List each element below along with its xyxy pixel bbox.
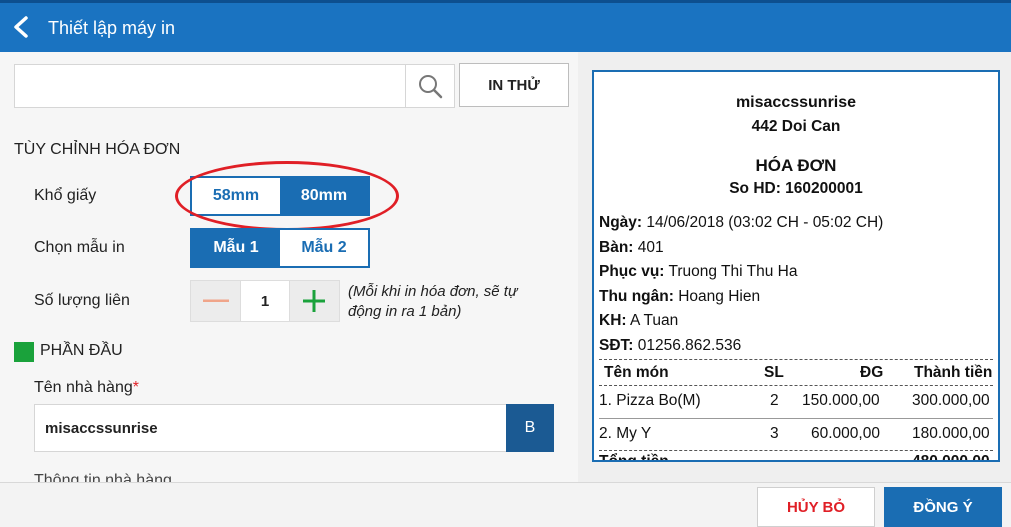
receipt-shop-name: misaccssunrise xyxy=(735,94,857,111)
divider xyxy=(599,385,993,386)
section-marker xyxy=(14,342,34,362)
row-item-total: 180.000,00 xyxy=(912,425,990,442)
receipt-field-phone: SĐT: 01256.862.536 xyxy=(599,337,742,354)
chevron-left-icon[interactable] xyxy=(10,15,32,39)
template-label: Chọn mẫu in xyxy=(34,239,125,256)
col-header-price: ĐG xyxy=(860,364,884,381)
copies-note: (Mỗi khi in hóa đơn, sẽ tự động in ra 1 … xyxy=(348,283,518,320)
row-item-price: 150.000,00 xyxy=(802,392,880,409)
col-header-total: Thành tiền xyxy=(914,364,993,381)
test-print-button[interactable]: IN THỬ xyxy=(459,63,569,107)
receipt-field-cashier: Thu ngân: Hoang Hien xyxy=(599,288,761,305)
receipt-field-customer: KH: A Tuan xyxy=(599,312,679,329)
row-item-qty: 3 xyxy=(770,425,779,442)
copies-stepper: 1 xyxy=(190,280,340,322)
settings-panel: IN THỬ TÙY CHỈNH HÓA ĐƠN Khổ giấy 58mm 8… xyxy=(0,52,578,482)
col-header-item: Tên món xyxy=(604,364,669,381)
restaurant-name-label: Tên nhà hàng* xyxy=(34,379,139,396)
footer-bar: HỦY BỎ ĐỒNG Ý xyxy=(0,482,1011,527)
preview-panel: misaccssunrise 442 Doi Can HÓA ĐƠN So HD… xyxy=(578,52,1011,482)
receipt-address: 442 Doi Can xyxy=(751,118,841,135)
total-value: 480.000,00 xyxy=(912,453,990,462)
search-button[interactable] xyxy=(405,64,455,108)
row-item-price: 60.000,00 xyxy=(811,425,880,442)
app-header: Thiết lập máy in xyxy=(0,0,1011,52)
minus-icon xyxy=(202,299,229,302)
restaurant-info-label: Thông tin nhà hàng xyxy=(34,472,172,482)
template-1[interactable]: Mẫu 1 xyxy=(192,230,280,266)
row-item-qty: 2 xyxy=(770,392,779,409)
divider xyxy=(599,450,993,451)
receipt-title: HÓA ĐƠN xyxy=(755,156,837,175)
highlight-circle xyxy=(175,161,399,231)
plus-icon xyxy=(303,290,326,312)
divider xyxy=(599,418,993,419)
receipt-field-date: Ngày: 14/06/2018 (03:02 CH - 05:02 CH) xyxy=(599,214,884,231)
section-title-header: PHẦN ĐẦU xyxy=(40,342,123,359)
row-item-total: 300.000,00 xyxy=(912,392,990,409)
bold-button[interactable]: B xyxy=(506,404,554,452)
restaurant-name-input[interactable]: misaccssunrise xyxy=(34,404,508,452)
copies-label: Số lượng liên xyxy=(34,292,130,309)
col-header-qty: SL xyxy=(764,364,784,381)
decrement-button[interactable] xyxy=(191,281,241,321)
increment-button[interactable] xyxy=(289,281,339,321)
cancel-button[interactable]: HỦY BỎ xyxy=(757,487,875,527)
search-input[interactable] xyxy=(14,64,454,108)
total-label: Tổng tiền xyxy=(599,453,669,462)
copies-value[interactable]: 1 xyxy=(240,281,290,321)
search-icon xyxy=(419,75,443,99)
receipt-field-server: Phục vụ: Truong Thi Thu Ha xyxy=(599,263,798,280)
page-title: Thiết lập máy in xyxy=(48,18,176,38)
ok-button[interactable]: ĐỒNG Ý xyxy=(884,487,1002,527)
section-title-customize: TÙY CHỈNH HÓA ĐƠN xyxy=(14,141,181,158)
template-toggle: Mẫu 1 Mẫu 2 xyxy=(190,228,370,268)
divider xyxy=(599,359,993,360)
required-mark: * xyxy=(132,379,139,396)
receipt-field-table: Bàn: 401 xyxy=(599,239,664,256)
receipt-invoice-no: So HD: 160200001 xyxy=(729,180,863,197)
template-2[interactable]: Mẫu 2 xyxy=(280,230,368,266)
receipt-preview[interactable]: misaccssunrise 442 Doi Can HÓA ĐƠN So HD… xyxy=(592,70,1000,462)
row-item-name: 2. My Y xyxy=(599,425,652,442)
row-item-name: 1. Pizza Bo(M) xyxy=(599,392,701,409)
paper-size-label: Khổ giấy xyxy=(34,187,97,204)
